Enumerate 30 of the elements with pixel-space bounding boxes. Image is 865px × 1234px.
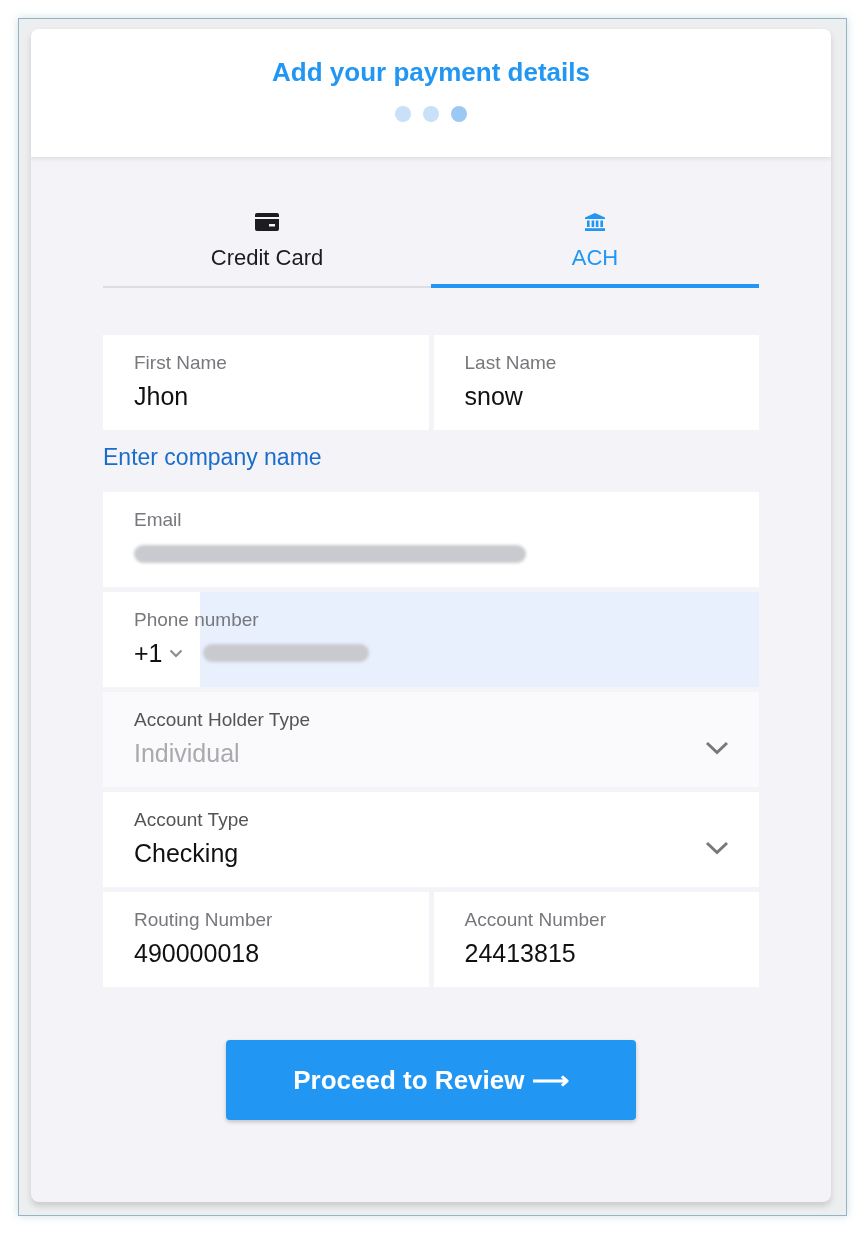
input-field[interactable]: Last Name snow	[433, 335, 759, 430]
field-value: Jhon	[134, 381, 189, 412]
payment-tab[interactable]: Credit Card	[103, 205, 431, 288]
chevron-down-icon	[705, 841, 729, 855]
input-field[interactable]: First Name Jhon	[103, 335, 429, 430]
field-label: Email	[134, 509, 182, 531]
field-label: Routing Number	[134, 909, 273, 931]
credit-card-icon	[255, 213, 279, 231]
chevron-down-icon	[168, 648, 183, 658]
field-value: 24413815	[464, 938, 576, 969]
field-label: Phone number	[134, 609, 259, 631]
field-value: snow	[464, 381, 523, 412]
field-value: Checking	[134, 838, 239, 869]
company-name-link[interactable]: Enter company name	[103, 443, 322, 471]
email-field[interactable]: Email	[103, 492, 759, 587]
input-field[interactable]: Routing Number 490000018	[103, 892, 429, 987]
field-label: Last Name	[464, 352, 557, 374]
field-value: Individual	[134, 738, 240, 769]
phone-field[interactable]: Phone number +1	[103, 592, 759, 687]
country-code-select[interactable]: +1	[134, 637, 183, 669]
bank-icon	[583, 213, 607, 231]
field-label: Account Type	[134, 809, 249, 831]
select-field[interactable]: Account Type Checking	[103, 792, 759, 887]
field-value: 490000018	[134, 938, 260, 969]
page-title: Add your payment details	[272, 56, 590, 89]
chevron-down-icon	[705, 741, 729, 755]
field-label: Account Holder Type	[134, 709, 311, 731]
input-field[interactable]: Account Number 24413815	[433, 892, 759, 987]
field-label: First Name	[134, 352, 227, 374]
field-label: Account Number	[464, 909, 606, 931]
